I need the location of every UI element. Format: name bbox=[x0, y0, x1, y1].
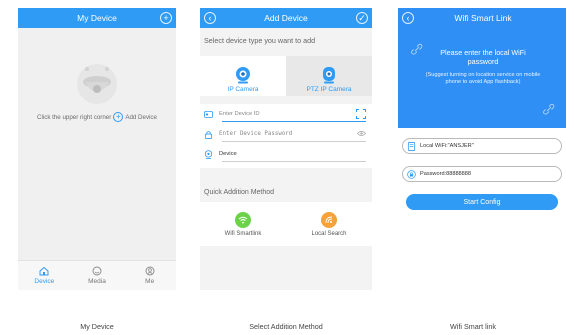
confirm-check-icon[interactable]: ✓ bbox=[356, 12, 368, 24]
device-form: Enter Device ID Enter Device Password De… bbox=[200, 104, 372, 168]
router-icon bbox=[407, 141, 416, 151]
device-password-field[interactable]: Enter Device Password bbox=[204, 126, 366, 142]
caption-my-device: My Device bbox=[80, 322, 114, 331]
page-title: Add Device bbox=[264, 13, 308, 23]
wifi-smartlink-button[interactable]: Wifi Smartlink bbox=[200, 202, 286, 246]
type-ptz-camera-label: PTZ IP Camera bbox=[306, 86, 352, 93]
my-device-screen: My Device + Click the upper right corner… bbox=[18, 8, 176, 290]
type-ptz-camera[interactable]: PTZ IP Camera bbox=[286, 56, 372, 96]
local-wifi-field[interactable]: Local WiFi:"ANSJER" bbox=[402, 138, 562, 154]
home-icon bbox=[39, 266, 49, 276]
lock-icon bbox=[204, 130, 213, 139]
tab-device[interactable]: Device bbox=[18, 261, 71, 290]
local-wifi-value: Local WiFi:"ANSJER" bbox=[420, 143, 474, 149]
local-search-label: Local Search bbox=[311, 230, 347, 237]
device-password-underline bbox=[222, 141, 366, 142]
tab-device-label: Device bbox=[34, 278, 55, 285]
add-device-button[interactable]: + bbox=[160, 12, 172, 24]
quick-addition-methods: Wifi Smartlink Local Search bbox=[200, 202, 372, 246]
empty-hint-before: Click the upper right corner bbox=[37, 113, 112, 121]
device-password-placeholder: Enter Device Password bbox=[219, 131, 293, 137]
smiley-icon bbox=[92, 266, 102, 276]
device-id-underline bbox=[222, 121, 366, 122]
ip-camera-icon bbox=[236, 67, 250, 84]
local-search-button[interactable]: Local Search bbox=[286, 202, 372, 246]
page-title: My Device bbox=[77, 13, 117, 23]
quick-addition-title: Quick Addition Method bbox=[204, 189, 275, 196]
tab-media-label: Media bbox=[88, 278, 106, 285]
device-name-field[interactable]: Device bbox=[204, 146, 366, 162]
person-icon bbox=[145, 266, 155, 276]
empty-hint-after: Add Device bbox=[125, 113, 157, 121]
type-ip-camera[interactable]: IP Camera bbox=[200, 56, 286, 96]
device-type-selector: IP Camera PTZ IP Camera bbox=[200, 56, 372, 96]
page-title: Wifi Smart Link bbox=[454, 13, 512, 23]
wifi-password-field[interactable]: Password:88888888 bbox=[402, 166, 562, 182]
back-icon[interactable]: ‹ bbox=[402, 12, 414, 24]
add-device-screen: ‹ Add Device ✓ Select device type you wa… bbox=[200, 8, 372, 290]
lock-icon bbox=[407, 169, 416, 179]
id-card-icon bbox=[204, 110, 213, 118]
banner-instruction: Please enter the local WiFi password bbox=[440, 48, 526, 66]
my-device-header: My Device + bbox=[18, 8, 176, 28]
link-icon bbox=[542, 103, 555, 115]
tab-media[interactable]: Media bbox=[71, 261, 124, 290]
camera-placeholder-icon bbox=[77, 64, 117, 104]
empty-state-illustration bbox=[18, 60, 176, 115]
banner-suggestion: (Suggest turning on location service on … bbox=[425, 72, 541, 85]
tab-me[interactable]: Me bbox=[123, 261, 176, 290]
wifi-banner: ‹ Wifi Smart Link Please enter the local… bbox=[398, 8, 566, 128]
camera-name-icon bbox=[204, 149, 213, 159]
caption-wifi-smart-link: Wifi Smart link bbox=[450, 322, 496, 331]
add-device-header: ‹ Add Device ✓ bbox=[200, 8, 372, 28]
wifi-header: ‹ Wifi Smart Link bbox=[398, 8, 566, 28]
radar-search-icon bbox=[321, 211, 337, 228]
ptz-camera-icon bbox=[323, 67, 335, 84]
device-id-placeholder: Enter Device ID bbox=[219, 111, 260, 117]
scan-qr-icon[interactable] bbox=[356, 109, 366, 119]
back-icon[interactable]: ‹ bbox=[204, 12, 216, 24]
wifi-smart-link-screen: ‹ Wifi Smart Link Please enter the local… bbox=[398, 8, 566, 290]
tab-me-label: Me bbox=[145, 278, 155, 285]
device-id-field[interactable]: Enter Device ID bbox=[204, 106, 366, 122]
wifi-smartlink-label: Wifi Smartlink bbox=[224, 230, 262, 237]
plus-circle-icon: + bbox=[113, 112, 124, 122]
type-ip-camera-label: IP Camera bbox=[227, 86, 259, 93]
wifi-icon bbox=[235, 211, 251, 228]
device-type-prompt: Select device type you want to add bbox=[204, 36, 316, 45]
caption-select-addition-method: Select Addition Method bbox=[249, 322, 323, 331]
eye-toggle-icon[interactable] bbox=[357, 129, 366, 138]
device-name-underline bbox=[222, 161, 366, 162]
wifi-password-value: Password:88888888 bbox=[420, 171, 472, 177]
start-config-button[interactable]: Start Config bbox=[406, 194, 558, 210]
bottom-tab-bar: Device Media Me bbox=[18, 260, 176, 290]
device-name-value: Device bbox=[219, 151, 237, 157]
empty-hint: Click the upper right corner + Add Devic… bbox=[18, 112, 176, 122]
